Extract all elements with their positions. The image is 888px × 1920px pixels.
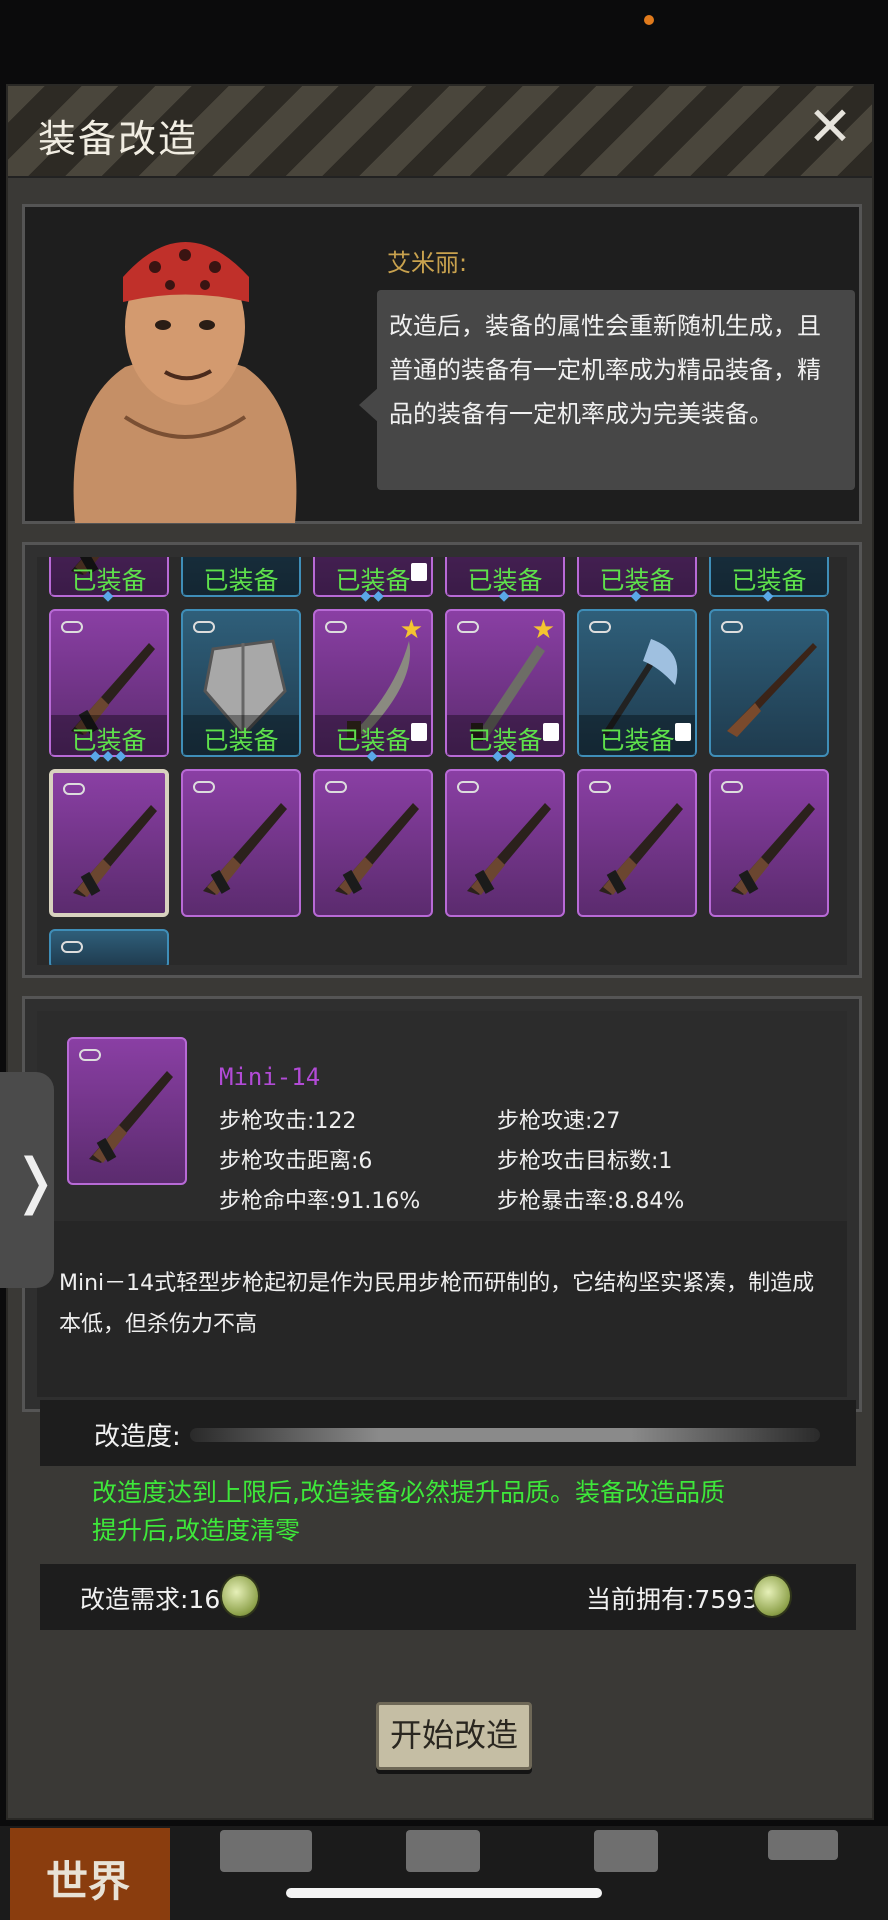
gem-sockets: ◆◆ <box>360 588 386 604</box>
item-name: Mini-14 <box>219 1063 321 1091</box>
selected-item-icon <box>67 1037 187 1185</box>
modification-progress-bar <box>190 1428 820 1442</box>
rifle-icon <box>731 803 815 895</box>
owned-label: 当前拥有:7593 <box>586 1585 759 1614</box>
equipment-grid[interactable]: 已装备 ◆ 已装备 已装备 ◆◆ 已装备 ◆ 已装备 ◆ 已装备 ◆ 已装备 ◆◆◆ 已装备 ★ 已装备 ◆ ★ 已… <box>37 557 847 965</box>
modification-label: 改造度: <box>94 1422 181 1452</box>
stat-attack: 步枪攻击:122 <box>219 1109 357 1134</box>
equipment-slot[interactable]: 已装备 ◆ <box>709 557 829 604</box>
rifle-icon <box>599 803 683 895</box>
gem-sockets: ◆ <box>498 588 512 604</box>
item-description: Mini－14式轻型步枪起初是作为民用步枪而研制的，它结构坚实紧凑，制造成本低，… <box>59 1271 815 1337</box>
npc-name: 艾米丽: <box>387 249 468 277</box>
lock-icon <box>411 563 427 581</box>
gem-sockets: ◆◆ <box>492 748 518 764</box>
equipment-slot[interactable]: 已装备 ◆ <box>577 557 697 604</box>
nav-world-label: 世界 <box>46 1857 131 1906</box>
close-button[interactable]: ✕ <box>800 100 860 160</box>
equipped-bar: 已装备 <box>183 715 299 755</box>
gem-sockets: ◆ <box>366 748 380 764</box>
rifle-icon <box>467 803 551 895</box>
equipment-slot[interactable]: ★ 已装备 ◆◆ <box>445 609 565 764</box>
item-detail-panel: Mini-14 步枪攻击:122 步枪攻速:27 步枪攻击距离:6 步枪攻击目标… <box>22 996 862 1412</box>
rifle-icon <box>89 1071 173 1163</box>
panel-title: 装备改造 <box>38 117 199 161</box>
equipment-slot[interactable] <box>709 769 829 917</box>
equipment-slot[interactable] <box>49 769 169 917</box>
rifle-icon <box>73 805 157 897</box>
home-indicator <box>286 1888 602 1898</box>
rifle-icon <box>335 803 419 895</box>
gem-sockets: ◆◆◆ <box>89 748 129 764</box>
building-icon[interactable] <box>594 1830 658 1872</box>
item-stats-area: Mini-14 步枪攻击:122 步枪攻速:27 步枪攻击距离:6 步枪攻击目标… <box>37 1011 847 1221</box>
lock-icon <box>675 723 691 741</box>
equipment-slot[interactable]: 已装备 ◆◆ <box>313 557 433 604</box>
chevron-right-icon: ❭ <box>10 1146 61 1216</box>
side-drawer-tab[interactable]: ❭ <box>0 1072 60 1288</box>
npc-portrait <box>65 207 305 523</box>
equipped-bar: 已装备 <box>579 715 695 755</box>
coin-icon <box>752 1574 792 1618</box>
link-icon <box>61 941 83 953</box>
equipment-slot[interactable]: ★ 已装备 ◆ <box>313 609 433 764</box>
stat-range: 步枪攻击距离:6 <box>219 1149 373 1174</box>
lock-icon <box>543 723 559 741</box>
stat-accuracy: 步枪命中率:91.16% <box>219 1189 421 1214</box>
equipment-slot[interactable] <box>313 769 433 917</box>
stat-crit-rate: 步枪暴击率:8.84% <box>497 1189 685 1214</box>
shotgun-icon <box>727 643 817 737</box>
equipment-slot[interactable] <box>445 769 565 917</box>
equipment-slot[interactable]: 已装备 ◆ <box>49 557 169 604</box>
gem-sockets: ◆ <box>630 588 644 604</box>
equipped-label: 已装备 <box>203 726 279 755</box>
start-modification-button[interactable]: 开始改造 <box>376 1702 532 1770</box>
equipment-slot[interactable]: 已装备 <box>181 609 301 757</box>
gem-sockets: ◆ <box>102 588 116 604</box>
equipment-modification-panel: 装备改造 ✕ 艾米丽: 改造后，装备的属性会重新随机生成，且普通的装备有一定机率… <box>6 84 874 1820</box>
requirement-label: 改造需求:16 <box>80 1585 221 1614</box>
equipped-bar: 已装备 <box>183 557 299 595</box>
equipment-slot[interactable] <box>181 769 301 917</box>
speech-bubble-tail <box>359 387 379 423</box>
stat-targets: 步枪攻击目标数:1 <box>497 1149 673 1174</box>
equipment-grid-container: 已装备 ◆ 已装备 已装备 ◆◆ 已装备 ◆ 已装备 ◆ 已装备 ◆ 已装备 ◆◆◆ 已装备 ★ 已装备 ◆ ★ 已… <box>22 542 862 978</box>
equipment-slot[interactable] <box>577 769 697 917</box>
modification-note: 改造度达到上限后,改造装备必然提升品质。装备改造品质提升后,改造度清零 <box>92 1478 725 1545</box>
equipment-slot[interactable]: 已装备 <box>181 557 301 597</box>
bottom-navigation: 世界 <box>0 1826 888 1920</box>
gem-sockets: ◆ <box>762 588 776 604</box>
workbench-icon[interactable] <box>768 1830 838 1860</box>
equipment-slot[interactable]: 已装备 <box>577 609 697 757</box>
stat-attack-speed: 步枪攻速:27 <box>497 1109 621 1134</box>
item-detail-inner: Mini-14 步枪攻击:122 步枪攻速:27 步枪攻击距离:6 步枪攻击目标… <box>37 1011 847 1397</box>
modification-progress-row: 改造度: <box>40 1400 856 1466</box>
panel-header: 装备改造 ✕ <box>8 86 872 178</box>
lock-icon <box>411 723 427 741</box>
rifle-icon <box>203 803 287 895</box>
npc-dialog: 艾米丽: 改造后，装备的属性会重新随机生成，且普通的装备有一定机率成为精品装备，… <box>22 204 862 524</box>
npc-speech-bubble: 改造后，装备的属性会重新随机生成，且普通的装备有一定机率成为精品装备，精品的装备… <box>377 290 855 490</box>
coin-icon <box>220 1574 260 1618</box>
equipment-slot[interactable] <box>709 609 829 757</box>
equipment-slot[interactable]: 已装备 ◆ <box>445 557 565 604</box>
equipment-slot[interactable]: 已装备 ◆◆◆ <box>49 609 169 764</box>
cost-row: 改造需求:16 当前拥有:7593 <box>40 1564 856 1630</box>
equipped-label: 已装备 <box>203 566 279 595</box>
status-indicator-dot <box>644 15 654 25</box>
nav-tab-world[interactable]: 世界 <box>10 1828 170 1920</box>
equipment-slot[interactable] <box>49 929 169 965</box>
character-icon[interactable] <box>406 1830 480 1872</box>
bag-icon[interactable] <box>220 1830 312 1872</box>
